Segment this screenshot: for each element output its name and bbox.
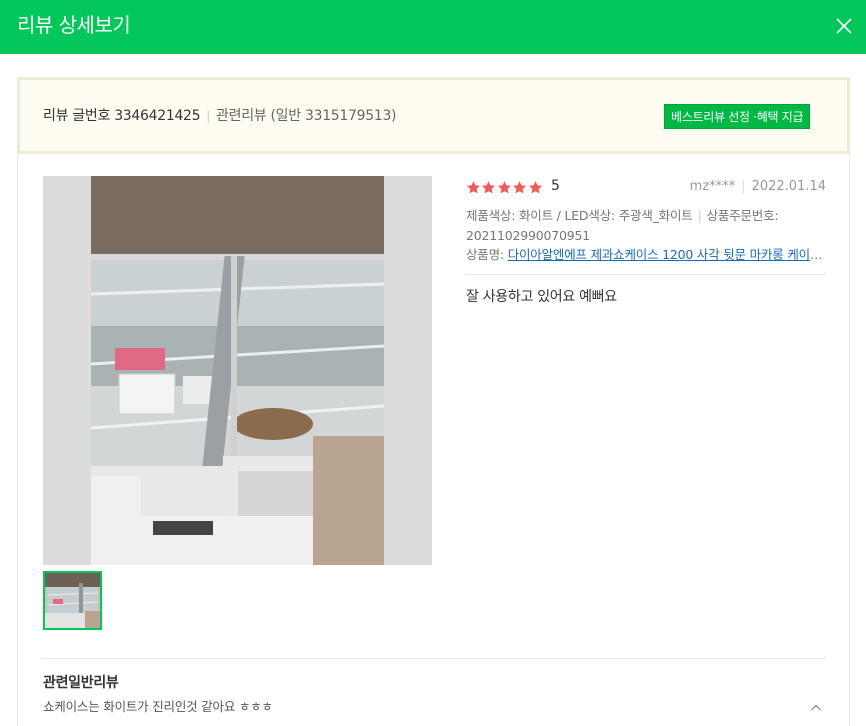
related-review-item[interactable]: 쇼케이스는 화이트가 진리인것 같아요 ㅎㅎㅎ	[43, 698, 826, 720]
review-number-line: 리뷰 글번호 3346421425 | 관련리뷰 (일반 3315179513)	[43, 106, 397, 126]
star-icon	[513, 181, 527, 194]
star-icon	[467, 181, 480, 194]
reviewer-id: mz****	[689, 179, 736, 194]
related-reviews-title: 관련일반리뷰	[43, 675, 119, 691]
review-main-photo[interactable]	[43, 176, 432, 565]
review-date: 2022.01.14	[751, 179, 826, 194]
modal-header: 리뷰 상세보기	[0, 0, 866, 54]
related-review-text: 쇼케이스는 화이트가 진리인것 같아요 ㅎㅎㅎ	[43, 699, 273, 714]
product-name-line: 상품명: 다이아알엔에프 제과쇼케이스 1200 사각 뒷문 마카롱 케이크 냉…	[466, 245, 826, 265]
product-option-line: 제품색상: 화이트 / LED색상: 주광색_화이트 | 상품주문번호: 20211…	[466, 206, 826, 246]
star-rating	[466, 180, 543, 196]
review-meta: mz**** | 2022.01.14	[690, 179, 826, 194]
star-icon	[497, 181, 511, 194]
modal-title: 리뷰 상세보기	[17, 13, 131, 37]
order-number-label: 상품주문번호:	[706, 208, 779, 223]
product-option: 제품색상: 화이트 / LED색상: 주광색_화이트	[466, 208, 693, 223]
review-photo-thumbnail[interactable]	[43, 571, 102, 630]
chevron-up-icon[interactable]	[810, 702, 822, 714]
star-icon	[528, 181, 542, 194]
divider	[43, 658, 826, 659]
product-name-label: 상품명:	[466, 247, 504, 262]
order-number: 2021102990070951	[466, 228, 591, 243]
review-content: 잘 사용하고 있어요 예뻐요	[466, 289, 617, 305]
separator: |	[741, 179, 746, 194]
product-name-link[interactable]: 다이아알엔에프 제과쇼케이스 1200 사각 뒷문 마카롱 케이크 냉장 쇼케이…	[508, 247, 826, 262]
related-review-number: 관련리뷰 (일반 3315179513)	[216, 108, 397, 124]
close-icon[interactable]	[832, 14, 856, 38]
best-review-button[interactable]: 베스트리뷰 선정 ·혜택 지급	[664, 104, 811, 129]
separator: |	[697, 208, 702, 223]
divider	[466, 274, 826, 275]
rating-score: 5	[551, 178, 560, 194]
star-icon	[482, 181, 496, 194]
showcase-photo	[43, 176, 432, 565]
thumbnail-photo	[45, 573, 100, 628]
separator: |	[206, 109, 211, 123]
review-number: 리뷰 글번호 3346421425	[43, 108, 201, 124]
review-info-bar: 리뷰 글번호 3346421425 | 관련리뷰 (일반 3315179513) 베…	[17, 77, 850, 154]
